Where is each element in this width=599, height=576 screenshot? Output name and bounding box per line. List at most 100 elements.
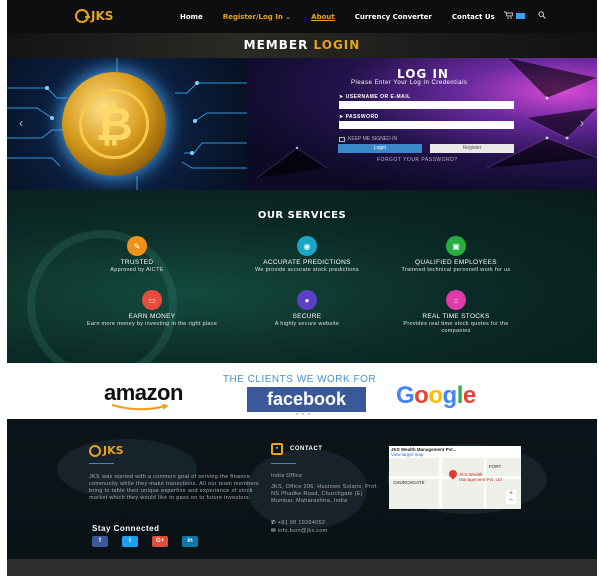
carousel-dots [296,413,314,415]
google-letter: G [396,382,415,409]
service-trusted: ✎ TRUSTED Approved by AICTE [82,236,192,274]
password-label-text: PASSWORD [345,114,379,120]
predictions-icon: ◉ [297,236,317,256]
divider [89,463,114,464]
login-button[interactable]: Login [338,144,422,153]
service-desc: Earn more money by investing in the righ… [86,321,218,327]
password-input[interactable] [339,121,514,129]
forgot-password-link[interactable]: FORGOT YOUR PASSWORD? [377,157,458,163]
service-title: QUALIFIED EMPLOYEES [415,259,497,266]
services-title: OUR SERVICES [257,210,347,221]
map-label: FORT [489,464,502,469]
email-address: info.bsm@jks.com [277,528,328,534]
service-title: TRUSTED [120,259,154,266]
clients-title: THE CLIENTS WE WORK FOR [222,374,377,385]
carousel-dot[interactable] [296,413,298,415]
nav-currency-converter[interactable]: Currency Converter [355,13,432,21]
service-title: ACCURATE PREDICTIONS [263,259,351,266]
location-map[interactable]: JKS Wealth Management Pvt... View larger… [389,446,521,509]
linkedin-icon[interactable]: in [182,536,198,547]
service-earn-money: ▭ EARN MONEY Earn more money by investin… [82,290,222,328]
cart-icon[interactable] [504,11,514,21]
phone-icon: ✆ [271,520,276,526]
login-panel: LOG IN Please Enter Your Log In Credenti… [247,58,597,190]
nav-about[interactable]: About [311,13,335,21]
money-icon: ▭ [142,290,162,310]
label-arrow-icon: ➤ [339,114,344,120]
service-desc: We provide accurate stock predictions [255,267,359,273]
logo[interactable]: JKS [75,9,113,23]
map-zoom-control[interactable]: + − [506,490,516,504]
secure-icon: ● [297,290,317,310]
chevron-down-icon: ⌄ [285,13,292,21]
map-larger-link[interactable]: View larger map [391,452,519,457]
twitter-icon[interactable]: t [122,536,138,547]
member-login-banner: MEMBER LOGIN [7,33,597,58]
nav-register-label: Register/Log In [222,13,283,21]
google-letter: o [428,382,443,409]
service-qualified-employees: ▣ QUALIFIED EMPLOYEES Trainned technical… [391,236,521,274]
nav-home[interactable]: Home [180,13,203,21]
label-arrow-icon: ➤ [339,94,344,100]
facebook-icon[interactable]: f [92,536,108,547]
email-icon: ✉ [271,528,276,534]
service-real-time-stocks: ⌂ REAL TIME STOCKS Provides real time st… [391,290,521,335]
footer-logo-text: JKS [103,444,124,457]
contact-card-icon: ▪ [271,443,283,455]
service-desc: A highly secure website [274,321,340,327]
logo-mark-icon [89,444,101,457]
bank-icon: ⌂ [446,290,466,310]
keep-signed-in[interactable]: KEEP ME SIGNED IN [339,136,397,142]
bitcoin-icon: ₿ [79,89,149,159]
footer-logo[interactable]: JKS [89,444,124,457]
email[interactable]: ✉ info.bsm@jks.com [271,528,328,535]
map-road [439,458,442,509]
nav-contact-us[interactable]: Contact Us [452,13,495,21]
facebook-logo: facebook [247,387,366,412]
contact-title: CONTACT [290,446,323,452]
google-letter: o [414,382,429,409]
service-title: SECURE [292,313,322,320]
username-input[interactable] [339,101,514,109]
service-title: EARN MONEY [128,313,176,320]
carousel-next-icon[interactable]: › [580,116,584,130]
keep-signed-checkbox[interactable] [339,136,345,142]
divider [271,463,296,464]
search-icon[interactable] [538,11,546,21]
office-label: India Office [271,473,303,479]
footer-about: JKS was started with a common goal of se… [89,474,259,501]
nav-register-login[interactable]: Register/Log In ⌄ [223,13,291,21]
google-plus-icon[interactable]: G+ [152,536,168,547]
carousel-dot[interactable] [308,413,310,415]
google-logo: Google [396,382,476,410]
phone[interactable]: ✆ +91 98 19284052 [271,520,325,527]
map-label: CHURCHGATE [393,480,425,485]
amazon-logo: amazon [104,380,183,405]
service-desc: Provides real time stock quotes for the … [403,321,509,334]
service-title: REAL TIME STOCKS [422,313,490,320]
username-label: ➤ USERNAME OR E-MAIL [339,94,411,100]
logo-mark-icon [75,9,90,23]
carousel-prev-icon[interactable]: ‹ [19,116,23,130]
amazon-smile-icon [111,404,169,411]
carousel-dot[interactable] [302,413,304,415]
map-header: JKS Wealth Management Pvt... View larger… [389,446,521,458]
keep-signed-label: KEEP ME SIGNED IN [348,136,398,142]
register-button[interactable]: Register [430,144,514,153]
username-label-text: USERNAME OR E-MAIL [345,94,411,100]
flag-icon[interactable] [516,13,525,19]
google-letter: e [462,382,476,409]
navbar: JKS Home Register/Log In ⌄ About Currenc… [7,0,597,33]
footer: JKS JKS was started with a common goal o… [7,419,597,559]
services-section: OUR SERVICES ✎ TRUSTED Approved by AICTE… [7,190,597,363]
logo-text: JKS [91,9,114,23]
nav-links: Home Register/Log In ⌄ About Currency Co… [180,13,515,21]
page-title: MEMBER LOGIN [7,33,597,58]
login-title: LOG IN [397,67,449,81]
phone-number: +91 98 19284052 [277,520,326,526]
map-label: JKS Wealth Management Pvt. Ltd [459,472,502,482]
page-title-gold: LOGIN [313,38,361,52]
employees-icon: ▣ [446,236,466,256]
service-desc: Approved by AICTE [110,267,164,273]
service-accurate-predictions: ◉ ACCURATE PREDICTIONS We provide accura… [242,236,372,274]
